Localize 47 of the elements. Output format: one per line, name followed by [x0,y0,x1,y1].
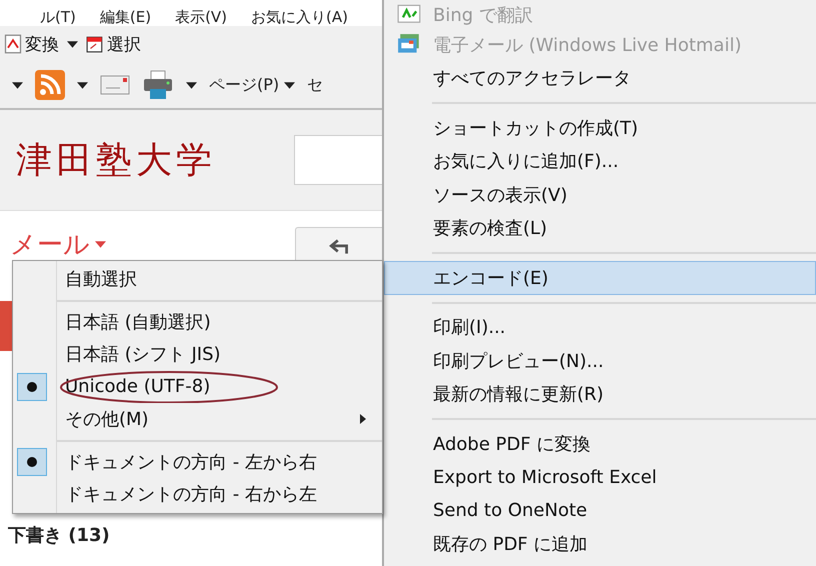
convert-button[interactable]: 変換 [4,32,59,56]
rss-icon[interactable] [35,70,65,100]
accent-bar [0,301,12,351]
menu-item[interactable]: 印刷(I)... [384,310,816,344]
menu-item[interactable]: ドキュメントの方向 - 左から右 [13,446,382,478]
menu-bar-item[interactable]: 編集(E) [100,8,152,26]
printer-icon[interactable] [142,69,174,101]
menu-item[interactable]: 印刷プレビュー(N)... [384,344,816,378]
menu-item[interactable]: すべてのアクセラレータ [384,62,816,95]
menu-item[interactable]: 最新の情報に更新(R) [384,378,816,411]
menu-item[interactable]: 日本語 (自動選択) [13,306,382,338]
menu-item[interactable]: ドキュメントの方向 - 右から左 [13,478,382,510]
reply-icon [328,238,350,256]
caret-icon[interactable] [77,82,88,88]
caret-icon[interactable] [186,82,197,88]
mail-icon[interactable] [100,75,130,95]
search-field[interactable] [294,135,383,185]
menu-item[interactable]: その他(M) [13,403,382,436]
menu-item[interactable]: お気に入りに追加(F)... [384,144,816,178]
page-menu[interactable]: ページ(P) [209,74,296,96]
mail-menu[interactable]: メール [0,227,106,262]
caret-icon [95,241,106,248]
menu-bar-item[interactable]: ル(T) [40,8,76,26]
menu-item[interactable]: 自動選択 [13,263,382,296]
menu-bar-item[interactable]: 表示(V) [175,8,228,26]
caret-icon[interactable] [67,40,78,48]
site-logo: 津田塾大学 [16,138,216,182]
caret-icon[interactable] [12,82,23,88]
menu-item[interactable]: 既存の PDF に追加 [384,528,816,561]
radio-dot-icon [27,456,37,467]
menu-item[interactable]: Send to OneNote [384,494,816,528]
safety-menu[interactable]: セ [307,74,324,96]
select-button[interactable]: 選択 [86,32,141,56]
menu-item[interactable]: エンコード(E) [384,261,816,294]
menu-item[interactable]: 要素の検査(L) [384,212,816,245]
menu-item[interactable]: ショートカットの作成(T) [384,111,816,144]
menu-item[interactable]: ソースの表示(V) [384,178,816,212]
menu-item[interactable]: Export to Microsoft Excel [384,460,816,494]
pdf-icon [86,34,104,54]
caret-icon [284,82,296,88]
menu-item[interactable]: Unicode (UTF-8) [13,370,382,403]
menu-item[interactable]: 日本語 (シフト JIS) [13,338,382,370]
radio-dot-icon [27,382,37,392]
pdf-icon [4,34,22,54]
drafts-folder[interactable]: 下書き (13) [0,523,383,547]
menu-item[interactable]: Adobe PDF に変換 [384,427,816,460]
menu-bar-item[interactable]: お気に入り(A) [251,8,348,26]
